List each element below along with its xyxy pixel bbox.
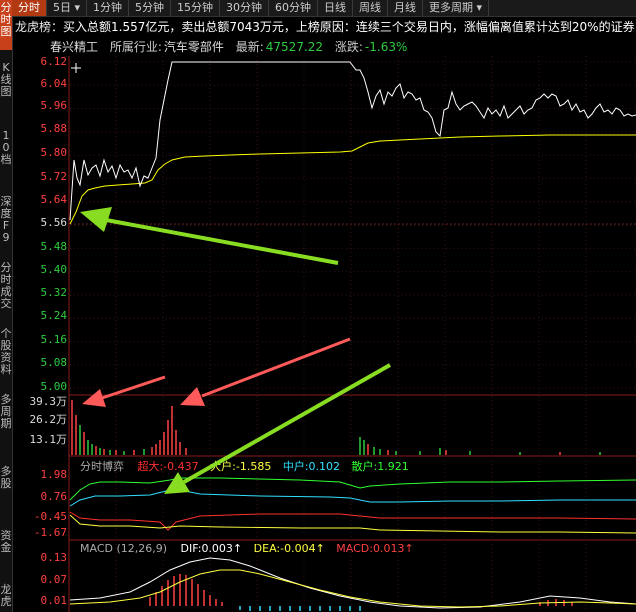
- crosshair-icon: [71, 63, 81, 73]
- volume-bars: [71, 400, 601, 455]
- annotation-arrow-green-price: [80, 207, 339, 265]
- medium-line: [69, 489, 636, 507]
- annotation-arrow-red-volume-1: [82, 375, 166, 407]
- macd-dif-line: [69, 557, 636, 609]
- retail-line: [69, 477, 636, 501]
- chart-canvas[interactable]: [0, 0, 636, 612]
- annotation-arrow-green-bidding: [164, 363, 391, 494]
- average-price-line: [69, 134, 636, 225]
- chart-grid: [68, 56, 636, 612]
- macd-dea-line: [69, 569, 636, 608]
- annotation-arrow-red-volume-2: [180, 337, 351, 406]
